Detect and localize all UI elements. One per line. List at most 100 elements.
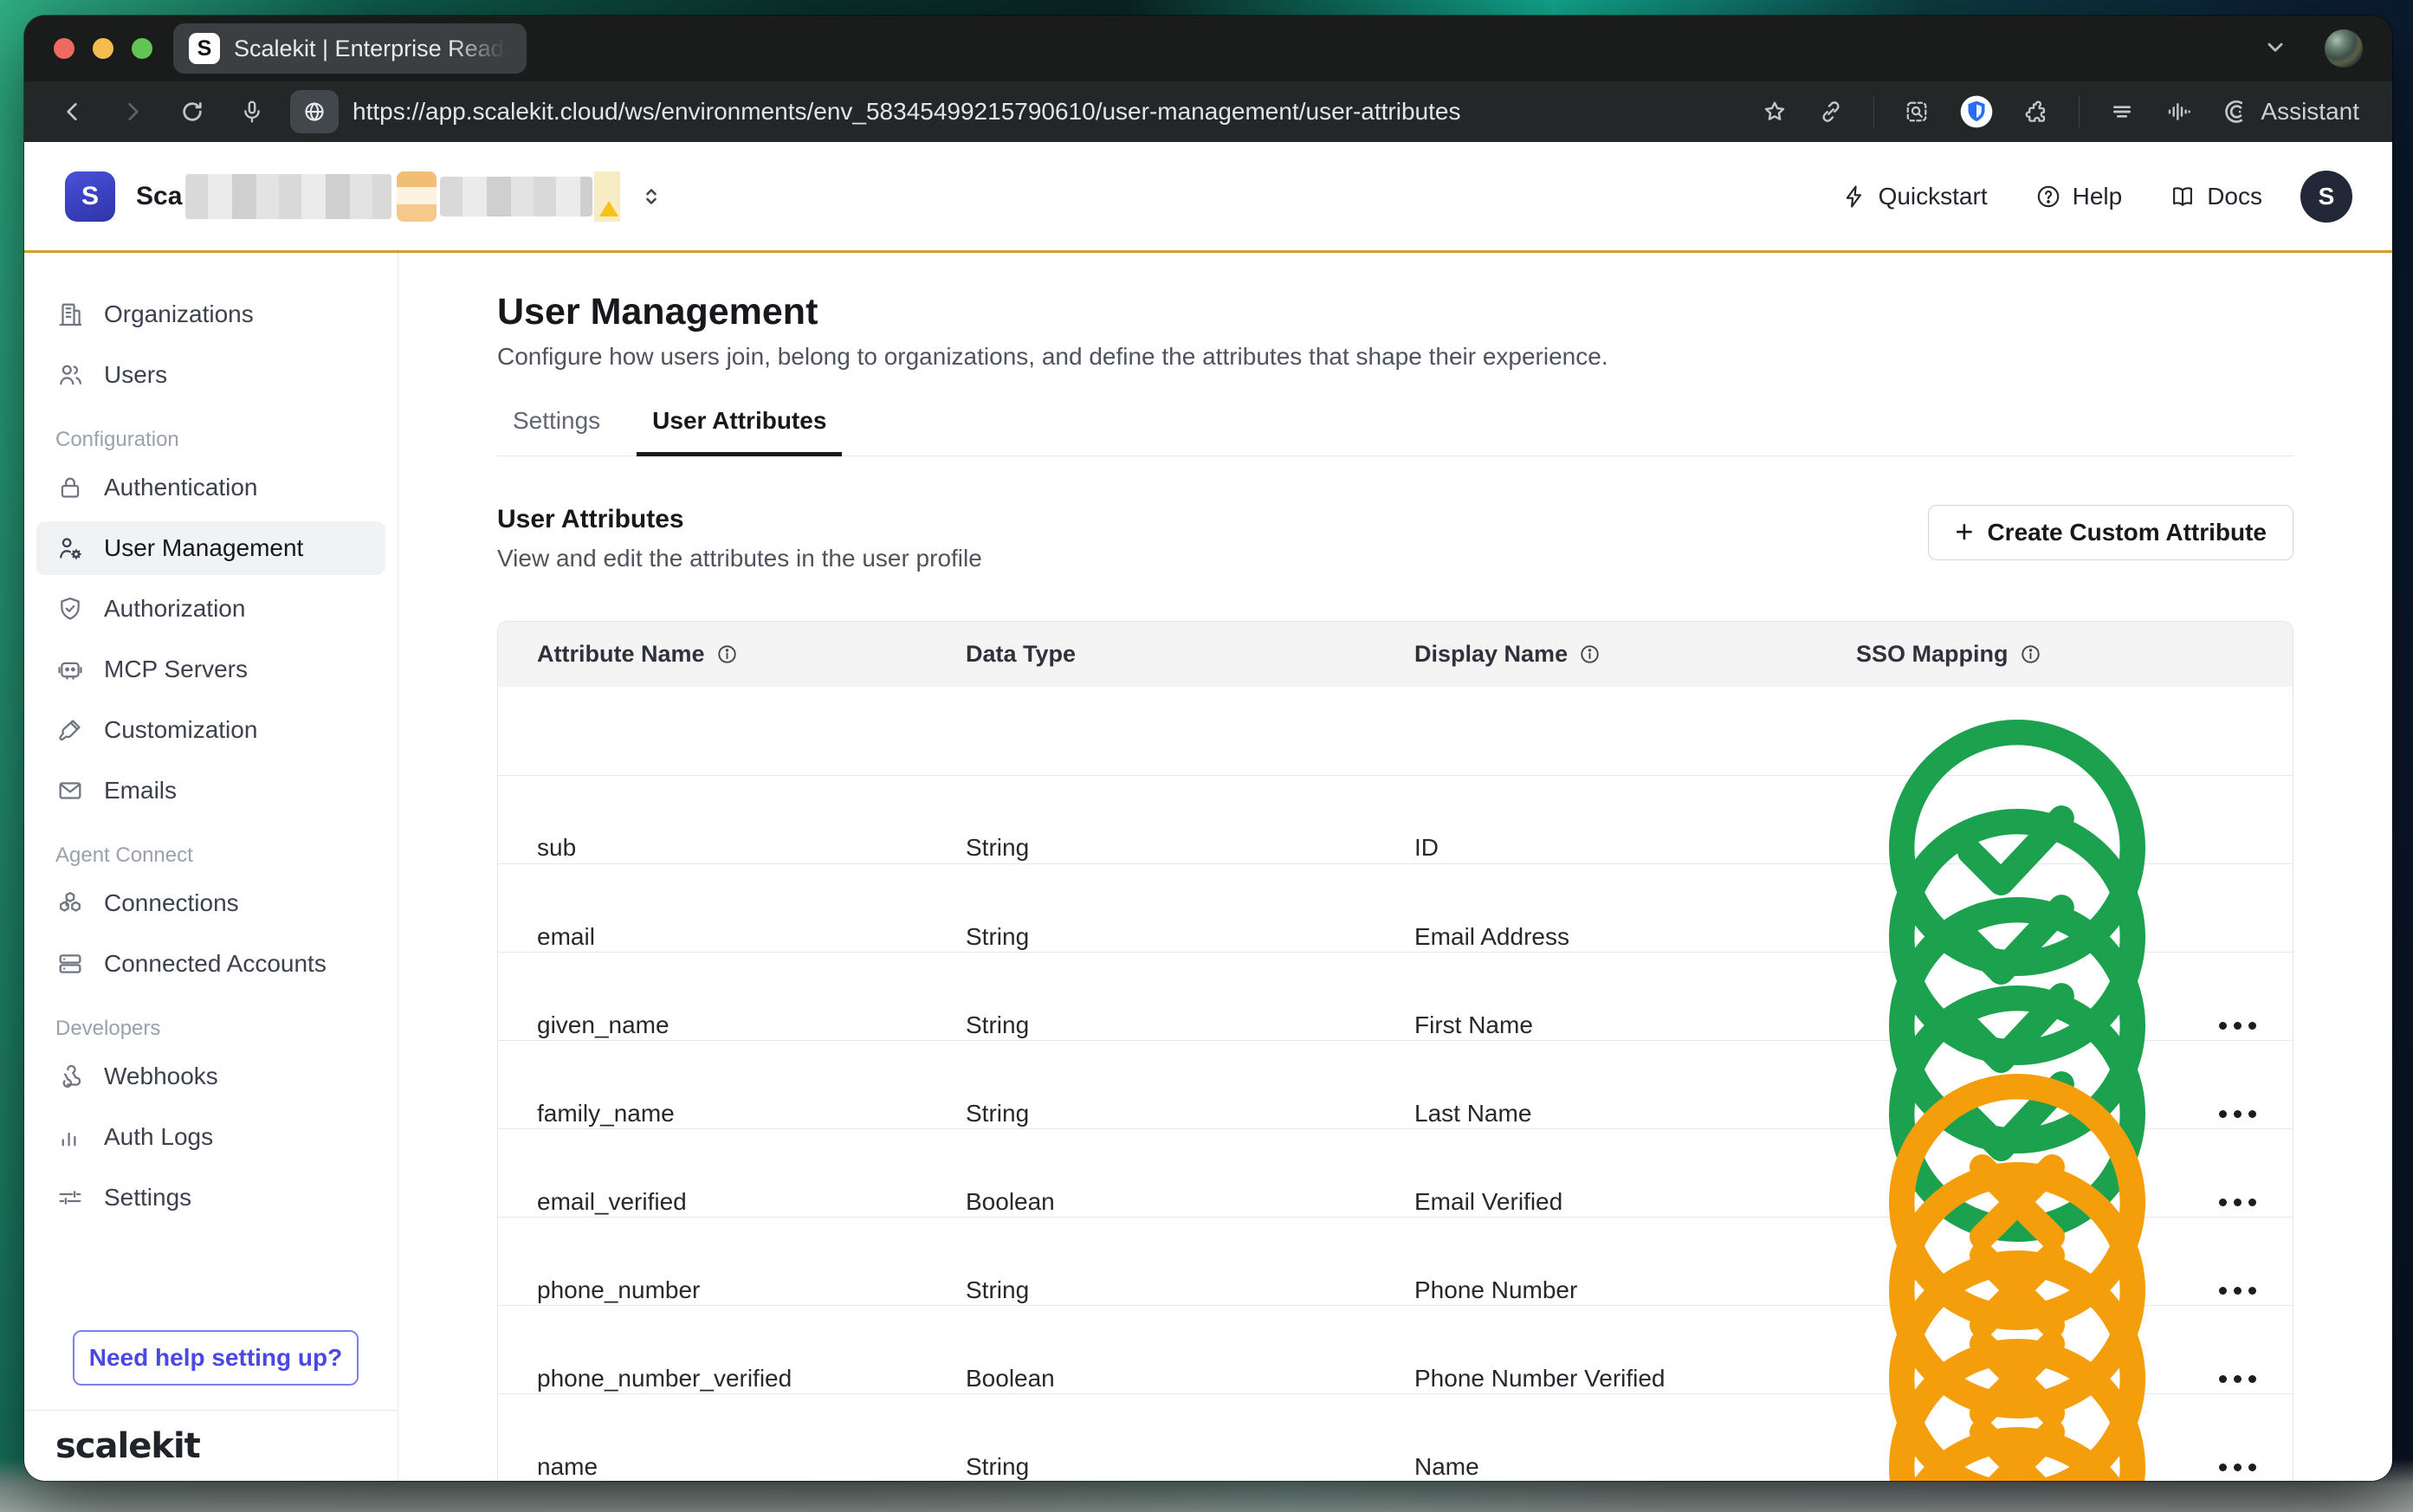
browser-window: S Scalekit | Enterprise Ready A https://… — [24, 16, 2392, 1481]
attribute-name-cell: email_verified — [537, 1188, 966, 1216]
workspace-switcher-icon[interactable] — [637, 183, 665, 210]
site-info-badge[interactable] — [290, 90, 339, 133]
table-header: Attribute NameData TypeDisplay NameSSO M… — [498, 622, 2293, 687]
reading-list-icon[interactable] — [2108, 98, 2136, 126]
data-type-cell: Boolean — [966, 1188, 1414, 1216]
sidebar-item-webhooks[interactable]: Webhooks — [36, 1050, 385, 1103]
page-title: User Management — [497, 288, 2293, 336]
microphone-icon[interactable] — [238, 98, 266, 126]
zoom-window-button[interactable] — [132, 38, 152, 59]
sidebar-section-label: Developers — [36, 1017, 385, 1041]
address-bar[interactable]: https://app.scalekit.cloud/ws/environmen… — [353, 98, 1743, 126]
sidebar-item-label: User Management — [104, 534, 303, 562]
attribute-name-cell: phone_number_verified — [537, 1365, 966, 1392]
copy-link-icon[interactable] — [1817, 98, 1845, 126]
user-avatar[interactable]: S — [2300, 171, 2352, 223]
display-name-cell: Last Name — [1414, 1100, 1856, 1128]
data-type-cell: String — [966, 1011, 1414, 1039]
assistant-button[interactable]: Assistant — [2221, 97, 2359, 126]
tab-settings[interactable]: Settings — [497, 407, 616, 456]
sidebar-item-label: Settings — [104, 1184, 191, 1212]
password-manager-extension-icon[interactable] — [1959, 94, 1994, 129]
assistant-icon — [2221, 97, 2250, 126]
browser-tab[interactable]: S Scalekit | Enterprise Ready A — [173, 23, 527, 74]
section-title: User Attributes — [497, 505, 982, 534]
forward-button[interactable] — [119, 98, 146, 126]
warning-triangle-icon — [599, 201, 618, 216]
browser-profile-avatar[interactable] — [2325, 29, 2363, 68]
window-controls — [54, 38, 152, 59]
sidebar-item-emails[interactable]: Emails — [36, 764, 385, 817]
display-name-cell: ID — [1414, 834, 1856, 862]
row-menu-button[interactable] — [2217, 1102, 2258, 1127]
attribute-name-cell: email — [537, 923, 966, 951]
sidebar-item-label: MCP Servers — [104, 656, 248, 683]
sliders-icon — [55, 1183, 85, 1212]
environment-badge-redacted — [397, 171, 437, 222]
sidebar-item-label: Webhooks — [104, 1063, 218, 1090]
user-gear-icon — [55, 533, 85, 563]
sidebar-item-user-management[interactable]: User Management — [36, 521, 385, 575]
sidebar-section-label: Configuration — [36, 428, 385, 452]
sidebar-item-users[interactable]: Users — [36, 348, 385, 402]
attribute-name-cell: family_name — [537, 1100, 966, 1128]
row-menu-button[interactable] — [2217, 1013, 2258, 1038]
bookmark-star-icon[interactable] — [1761, 98, 1789, 126]
create-custom-attribute-button[interactable]: + Create Custom Attribute — [1928, 505, 2293, 560]
voice-waveform-icon[interactable] — [2164, 98, 2192, 126]
lock-icon — [55, 473, 85, 502]
row-menu-button[interactable] — [2217, 1190, 2258, 1215]
mail-icon — [55, 776, 85, 805]
minimize-window-button[interactable] — [93, 38, 113, 59]
header-actions: Quickstart Help Docs — [1840, 183, 2262, 210]
toolbar-divider — [2079, 96, 2080, 127]
data-type-cell: Boolean — [966, 1365, 1414, 1392]
sidebar-item-label: Emails — [104, 777, 177, 804]
table-row-sub: subStringID — [498, 687, 2293, 775]
search-in-page-icon[interactable] — [1903, 98, 1931, 126]
tab-user-attributes[interactable]: User Attributes — [637, 407, 842, 456]
info-icon[interactable] — [1578, 643, 1601, 666]
docs-button[interactable]: Docs — [2169, 183, 2262, 210]
browser-tab-strip: S Scalekit | Enterprise Ready A — [24, 16, 2392, 81]
cubes-icon — [55, 888, 85, 918]
sidebar-footer: scalekit — [24, 1410, 398, 1481]
quickstart-button[interactable]: Quickstart — [1840, 183, 1988, 210]
info-icon[interactable] — [715, 643, 739, 666]
data-type-cell: String — [966, 1276, 1414, 1304]
tab-search-chevron-icon[interactable] — [2261, 32, 2290, 66]
extensions-puzzle-icon[interactable] — [2022, 98, 2050, 126]
page-description: Configure how users join, belong to orga… — [497, 343, 2293, 371]
display-name-cell: Email Address — [1414, 923, 1856, 951]
attribute-name-cell: phone_number — [537, 1276, 966, 1304]
display-name-cell: First Name — [1414, 1011, 1856, 1039]
row-menu-button[interactable] — [2217, 1367, 2258, 1392]
sidebar-item-organizations[interactable]: Organizations — [36, 288, 385, 341]
brush-icon — [55, 715, 85, 745]
close-window-button[interactable] — [54, 38, 74, 59]
sidebar-item-label: Authorization — [104, 595, 245, 623]
sidebar-item-label: Connected Accounts — [104, 950, 327, 978]
scalekit-logo: S — [65, 171, 115, 222]
row-menu-button[interactable] — [2217, 1455, 2258, 1480]
reload-button[interactable] — [178, 98, 206, 126]
section-subtitle: View and edit the attributes in the user… — [497, 545, 982, 572]
sidebar-item-customization[interactable]: Customization — [36, 703, 385, 757]
sidebar-item-auth-logs[interactable]: Auth Logs — [36, 1110, 385, 1164]
sidebar-item-authentication[interactable]: Authentication — [36, 461, 385, 514]
info-icon[interactable] — [2019, 643, 2042, 666]
back-button[interactable] — [59, 98, 87, 126]
sidebar-item-mcp-servers[interactable]: MCP Servers — [36, 643, 385, 696]
display-name-cell: Phone Number Verified — [1414, 1365, 1856, 1392]
help-button[interactable]: Help — [2035, 183, 2123, 210]
sidebar-item-connected-accounts[interactable]: Connected Accounts — [36, 937, 385, 991]
sidebar-item-settings[interactable]: Settings — [36, 1171, 385, 1224]
desktop: { "browser": { "tab_title": "Scalekit | … — [0, 0, 2413, 1512]
sidebar-item-connections[interactable]: Connections — [36, 876, 385, 930]
assistant-label: Assistant — [2261, 98, 2359, 126]
need-help-button[interactable]: Need help setting up? — [73, 1330, 359, 1386]
sidebar-item-label: Auth Logs — [104, 1123, 213, 1151]
sidebar-item-authorization[interactable]: Authorization — [36, 582, 385, 636]
row-menu-button[interactable] — [2217, 1278, 2258, 1303]
scalekit-wordmark: scalekit — [55, 1426, 200, 1466]
